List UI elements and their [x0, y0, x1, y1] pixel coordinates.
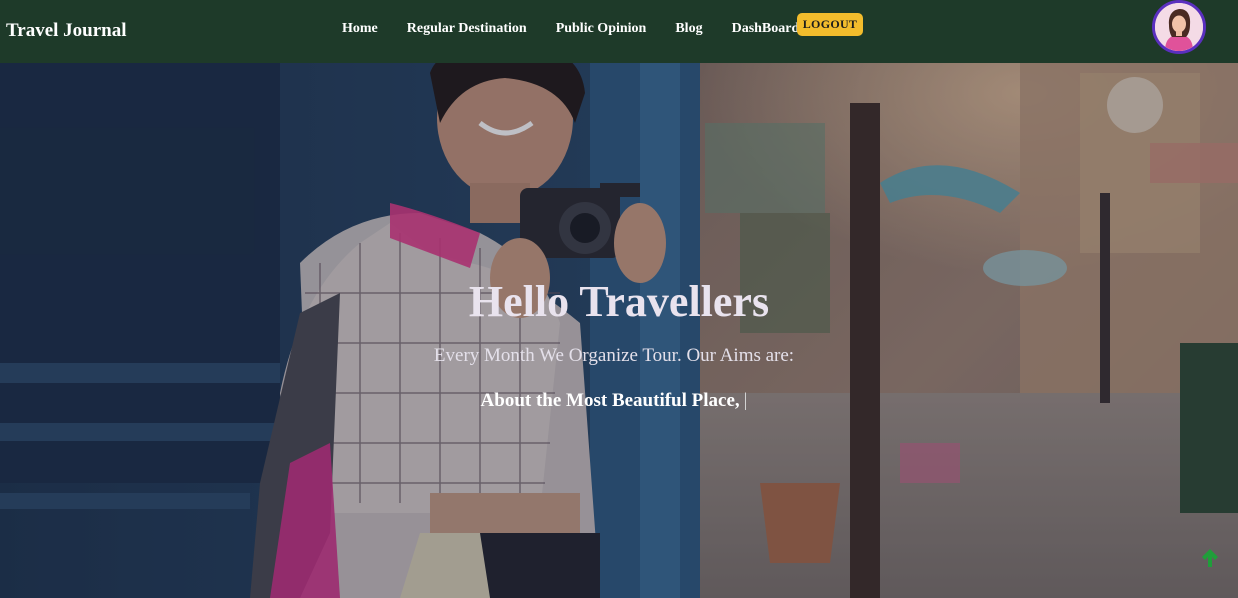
- nav-link-dashboard[interactable]: DashBoard: [732, 21, 800, 37]
- nav-link-regular-destination[interactable]: Regular Destination: [407, 21, 527, 37]
- arrow-up-icon: [1202, 549, 1218, 567]
- typed-text: About the Most Beautiful Place,: [480, 390, 740, 411]
- avatar-icon: [1155, 3, 1203, 51]
- hero-subtitle: Every Month We Organize Tour. Our Aims a…: [433, 345, 795, 366]
- logout-button[interactable]: LOGOUT: [797, 13, 863, 36]
- brand-logo[interactable]: Travel Journal: [6, 20, 127, 42]
- hero-overlay: [0, 63, 1238, 598]
- nav-link-home[interactable]: Home: [342, 21, 378, 37]
- nav-link-public-opinion[interactable]: Public Opinion: [556, 21, 647, 37]
- user-avatar[interactable]: [1152, 0, 1206, 54]
- nav-link-blog[interactable]: Blog: [675, 21, 702, 37]
- scroll-to-top-button[interactable]: [1199, 547, 1221, 569]
- hero-typed-text: About the Most Beautiful Place, |: [0, 390, 1228, 412]
- hero-title: Hello Travellers: [468, 277, 770, 326]
- navbar: Travel Journal Home Regular Destination …: [0, 0, 1238, 63]
- typing-cursor: |: [743, 390, 748, 411]
- nav-links: Home Regular Destination Public Opinion …: [342, 21, 828, 37]
- hero-section: Hello Travellers Every Month We Organize…: [0, 63, 1238, 598]
